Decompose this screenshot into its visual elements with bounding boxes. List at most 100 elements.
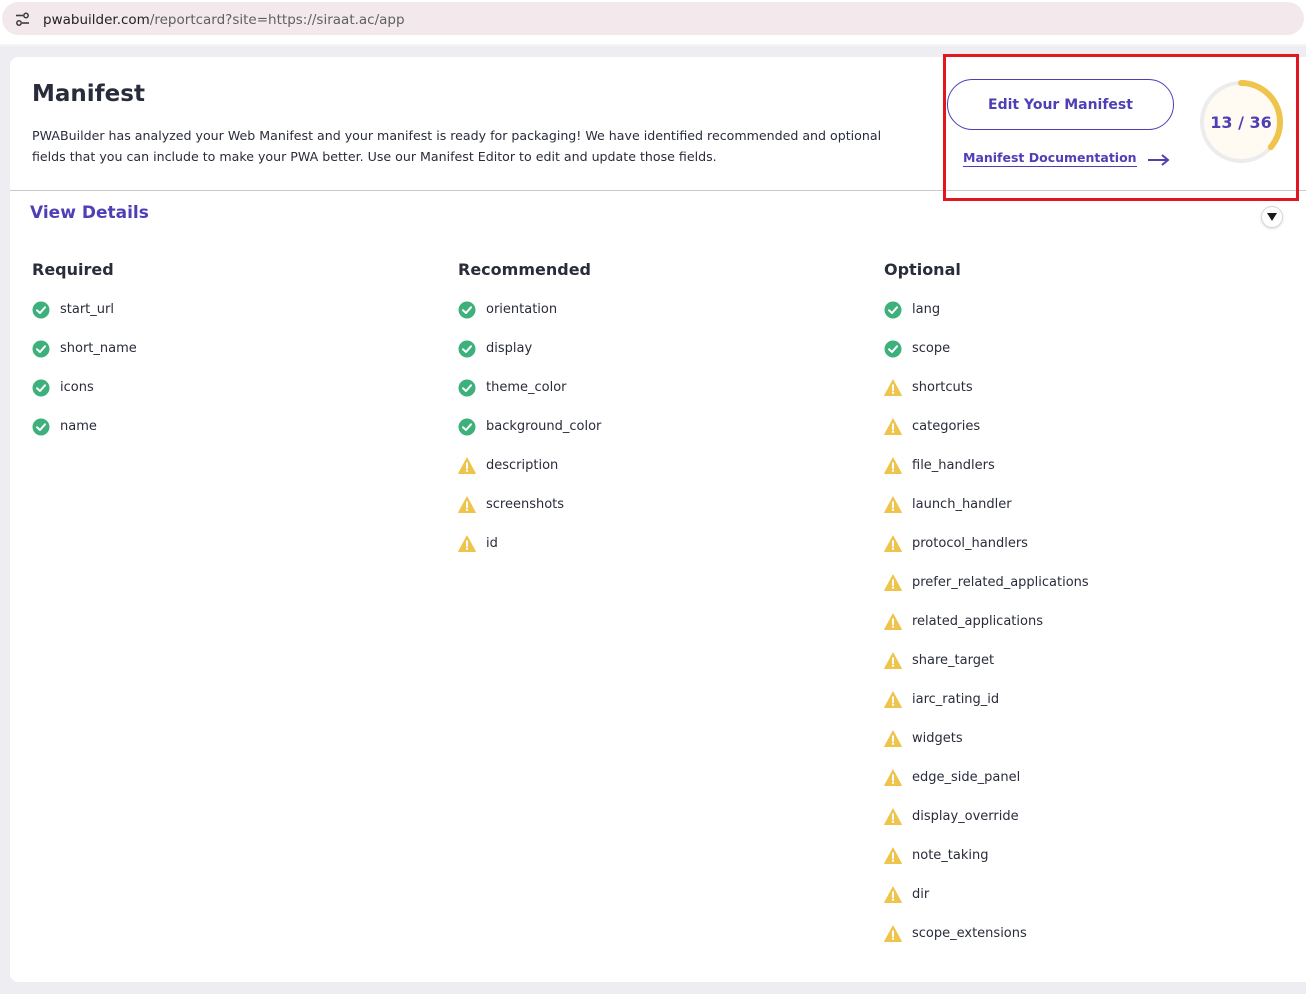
field-name: share_target: [912, 653, 995, 668]
warning-icon: [884, 652, 902, 669]
list-item: share_target: [884, 652, 1089, 691]
list-item: orientation: [458, 301, 601, 340]
check-circle-icon: [458, 301, 476, 319]
list-item: theme_color: [458, 379, 601, 418]
address-bar: pwabuilder.com/reportcard?site=https://s…: [0, 0, 1306, 46]
warning-icon: [884, 691, 902, 708]
list-item: description: [458, 457, 601, 496]
field-name: scope: [912, 341, 951, 356]
warning-icon: [884, 730, 902, 747]
field-name: widgets: [912, 731, 963, 746]
field-name: background_color: [486, 419, 602, 434]
list-item: id: [458, 535, 601, 574]
field-name: edge_side_panel: [912, 770, 1021, 785]
edit-manifest-button[interactable]: Edit Your Manifest: [947, 79, 1174, 130]
field-name: short_name: [60, 341, 137, 356]
warning-icon: [884, 496, 902, 513]
arrow-right-icon: [1147, 154, 1170, 166]
field-name: iarc_rating_id: [912, 692, 1000, 707]
warning-icon: [884, 925, 902, 942]
list-item: note_taking: [884, 847, 1089, 886]
optional-column: Optional lang scope shortcuts categories fil…: [884, 257, 1089, 942]
required-list: start_url short_nameicons name: [32, 301, 137, 457]
check-circle-icon: [458, 418, 476, 436]
warning-icon: [884, 886, 902, 903]
field-name: file_handlers: [912, 458, 995, 473]
list-item: scope_extensions: [884, 925, 1089, 964]
field-name: categories: [912, 419, 981, 434]
list-item: dir: [884, 886, 1089, 925]
list-item: launch_handler: [884, 496, 1089, 535]
collapse-button[interactable]: [1262, 207, 1282, 227]
list-item: categories: [884, 418, 1089, 457]
list-item: protocol_handlers: [884, 535, 1089, 574]
list-item: related_applications: [884, 613, 1089, 652]
field-name: related_applications: [912, 614, 1043, 629]
column-heading: Recommended: [458, 260, 591, 279]
check-circle-icon: [884, 301, 902, 319]
list-item: short_name: [32, 340, 137, 379]
warning-icon: [884, 808, 902, 825]
list-item: file_handlers: [884, 457, 1089, 496]
recommended-list: orientation display theme_color background_…: [458, 301, 601, 574]
field-name: launch_handler: [912, 497, 1012, 512]
documentation-link-label: Manifest Documentation: [963, 150, 1137, 167]
list-item: start_url: [32, 301, 137, 340]
view-details-toggle[interactable]: View Details: [30, 203, 149, 223]
list-item: name: [32, 418, 137, 457]
field-name: id: [486, 536, 498, 551]
list-item: shortcuts: [884, 379, 1089, 418]
card-description: PWABuilder has analyzed your Web Manifes…: [32, 128, 882, 164]
field-name: icons: [60, 380, 94, 395]
field-name: protocol_handlers: [912, 536, 1028, 551]
caret-down-icon: [1267, 213, 1277, 221]
check-circle-icon: [458, 379, 476, 397]
manifest-documentation-link[interactable]: Manifest Documentation: [963, 150, 1171, 167]
field-name: dir: [912, 887, 930, 902]
warning-icon: [458, 535, 476, 552]
warning-icon: [884, 535, 902, 552]
list-item: scope: [884, 340, 1089, 379]
warning-icon: [884, 379, 902, 396]
check-circle-icon: [32, 418, 50, 436]
toolbar-divider: [0, 44, 1306, 46]
list-item: prefer_related_applications: [884, 574, 1089, 613]
url-field[interactable]: pwabuilder.com/reportcard?site=https://s…: [2, 2, 1304, 35]
field-name: lang: [912, 302, 941, 317]
required-column: Required start_url short_name icons name: [32, 257, 137, 436]
field-name: display_override: [912, 809, 1019, 824]
list-item: screenshots: [458, 496, 601, 535]
tune-icon[interactable]: [14, 11, 31, 28]
list-item: background_color: [458, 418, 601, 457]
check-circle-icon: [884, 340, 902, 358]
check-circle-icon: [32, 340, 50, 358]
section-divider: [10, 190, 1306, 191]
field-name: description: [486, 458, 559, 473]
list-item: icons: [32, 379, 137, 418]
warning-icon: [884, 574, 902, 591]
list-item: widgets: [884, 730, 1089, 769]
field-name: orientation: [486, 302, 558, 317]
score-value: 13 / 36: [1210, 112, 1272, 132]
check-circle-icon: [458, 340, 476, 358]
optional-list: lang scope shortcuts categories file_handler…: [884, 301, 1089, 964]
field-name: name: [60, 419, 97, 434]
list-item: lang: [884, 301, 1089, 340]
url-text[interactable]: pwabuilder.com/reportcard?site=https://s…: [43, 12, 405, 28]
field-name: prefer_related_applications: [912, 575, 1089, 590]
url-host: pwabuilder.com: [43, 12, 150, 28]
recommended-column: Recommended orientation display theme_colo…: [458, 257, 601, 552]
list-item: display_override: [884, 808, 1089, 847]
warning-icon: [884, 769, 902, 786]
column-heading: Optional: [884, 260, 961, 279]
warning-icon: [884, 847, 902, 864]
field-name: start_url: [60, 302, 114, 317]
field-name: display: [486, 341, 533, 356]
card-title: Manifest: [32, 81, 145, 107]
url-path: /reportcard?site=https://siraat.ac/app: [149, 12, 405, 28]
field-name: theme_color: [486, 380, 567, 395]
warning-icon: [884, 457, 902, 474]
field-name: scope_extensions: [912, 926, 1027, 941]
check-circle-icon: [32, 379, 50, 397]
warning-icon: [884, 418, 902, 435]
